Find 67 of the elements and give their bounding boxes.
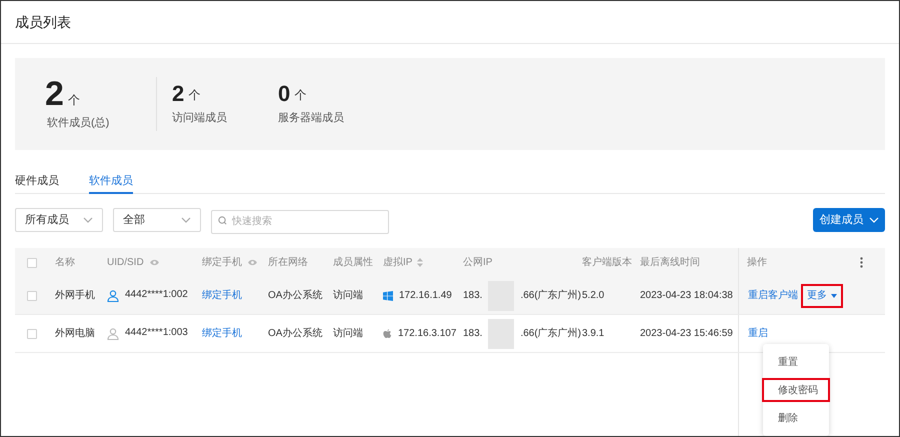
menu-item[interactable]: 删除	[764, 408, 828, 428]
table-cell-text: .66(广东广州)	[520, 288, 582, 303]
stat-label: 软件成员(总)	[46, 116, 110, 131]
filter-dropdown[interactable]: 全部	[113, 208, 201, 232]
stat-label: 服务器端成员	[278, 110, 345, 126]
table-cell-text: 外网电脑	[55, 326, 95, 341]
column-header: 客户端版本	[582, 256, 632, 270]
tab[interactable]: 软件成员	[89, 170, 133, 194]
restart-client-link[interactable]: 重启	[747, 326, 769, 341]
table-cell-text: 2023-04-23 18:04:38	[640, 289, 733, 303]
table-cell-text: 183.	[463, 327, 482, 341]
filter-dropdown[interactable]: 所有成员	[15, 208, 103, 232]
chevron-down-icon	[181, 217, 191, 223]
table-cell-text: 4442****1:003	[125, 326, 188, 340]
stat-value: 2	[172, 82, 184, 106]
column-header: 虚拟IP	[383, 256, 412, 270]
blurred-region	[488, 318, 514, 348]
restart-client-link[interactable]: 重启客户端	[747, 288, 799, 303]
chevron-down-icon	[83, 217, 93, 223]
page-title: 成员列表	[15, 12, 71, 32]
stat-value: 2	[45, 76, 64, 111]
column-header: 最后离线时间	[640, 256, 700, 270]
stat-unit: 个	[68, 92, 80, 109]
checkbox[interactable]	[27, 328, 37, 338]
bind-phone-link[interactable]: 绑定手机	[202, 288, 242, 303]
table-cell-text: 172.16.3.107	[398, 327, 456, 341]
column-header: 公网IP	[463, 256, 492, 270]
stat-label: 访问端成员	[172, 110, 228, 126]
column-header: 绑定手机	[202, 256, 242, 270]
table-row[interactable]: 外网手机 4442****1:002 绑定手机 OA办公系统 访问端 172.16.1.49 183. .66(广东广州)5.2.0 2023-04-23 18:04:38 重启客户端 更多	[15, 277, 885, 315]
stat-unit: 个	[188, 86, 200, 104]
menu-item[interactable]: 修改密码	[764, 380, 828, 400]
search-field[interactable]: 快速搜索	[211, 210, 389, 234]
menu-item[interactable]: 重置	[764, 352, 828, 372]
stat-unit: 个	[294, 86, 306, 104]
column-header: 成员属性	[333, 256, 373, 270]
sort-icon[interactable]	[417, 258, 424, 267]
more-dropdown-button[interactable]: 更多	[803, 286, 841, 306]
checkbox[interactable]	[27, 258, 37, 268]
bind-phone-link[interactable]: 绑定手机	[202, 326, 242, 341]
chevron-down-icon	[868, 217, 878, 223]
tab[interactable]: 硬件成员	[15, 170, 59, 194]
table-cell-text: 2023-04-23 15:46:59	[640, 327, 733, 341]
table-cell-text: 3.9.1	[582, 327, 604, 341]
eye-icon[interactable]	[148, 259, 160, 266]
table-cell-text: 5.2.0	[582, 289, 604, 303]
column-header: 操作	[747, 256, 767, 270]
table-cell-text: 外网手机	[55, 288, 95, 303]
table-cell-text: OA办公系统	[268, 288, 322, 303]
stat-value: 0	[278, 82, 290, 106]
column-header: UID/SID	[107, 256, 144, 270]
more-options-icon[interactable]	[860, 257, 863, 268]
table-cell-text: .66(广东广州)	[520, 326, 582, 341]
column-header: 所在网络	[268, 256, 308, 270]
eye-icon[interactable]	[247, 259, 258, 266]
table-cell-text: OA办公系统	[268, 326, 322, 341]
table-cell-text: 访问端	[333, 288, 363, 303]
table-cell-text: 访问端	[333, 326, 363, 341]
column-header: 名称	[55, 256, 75, 270]
checkbox[interactable]	[27, 290, 37, 300]
table-cell-text: 172.16.1.49	[399, 289, 452, 303]
table-row[interactable]: 外网电脑 4442****1:003 绑定手机 OA办公系统 访问端 172.16.3.107 183. .66(广东广州)3.9.1 2023-04-23 15:46:59 重启	[15, 315, 885, 353]
table-cell-text: 4442****1:002	[125, 288, 188, 302]
create-member-button[interactable]: 创建成员	[813, 208, 885, 232]
search-icon	[218, 216, 227, 225]
caret-down-icon	[831, 294, 837, 298]
table-cell-text: 183.	[463, 289, 482, 303]
